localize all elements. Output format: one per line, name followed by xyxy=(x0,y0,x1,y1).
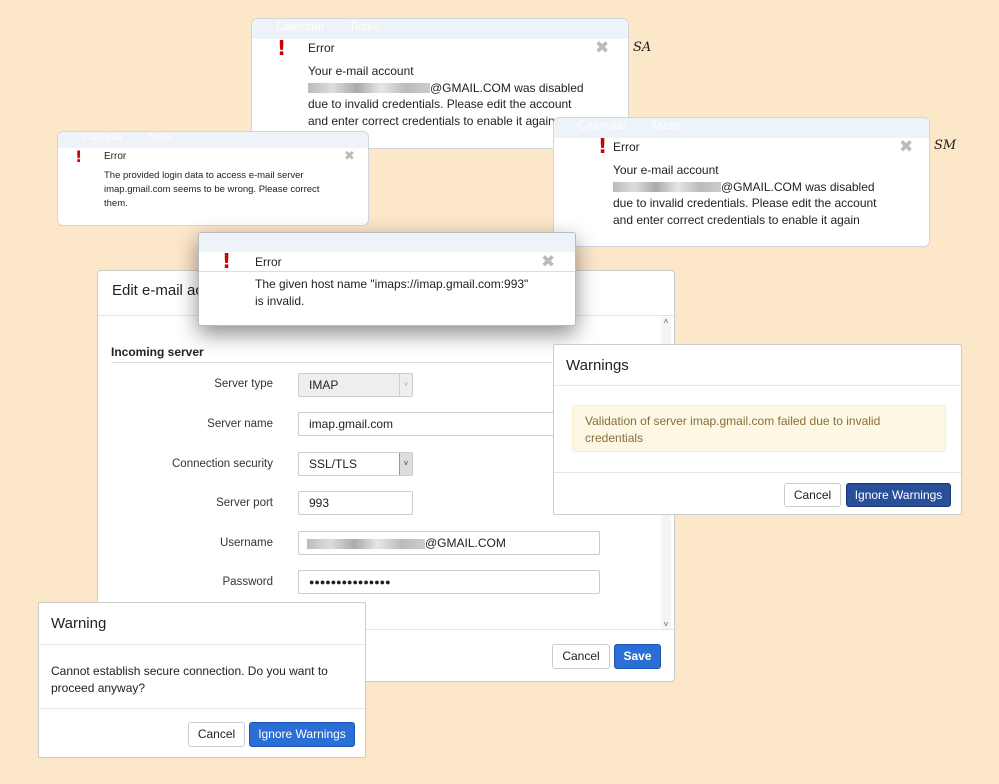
close-icon[interactable]: ✖ xyxy=(344,149,355,164)
msg-line: due to invalid credentials. Please edit … xyxy=(308,97,572,111)
divider xyxy=(39,644,365,645)
error-message: Your e-mail account @GMAIL.COM was disab… xyxy=(613,162,877,228)
server-type-label: Server type xyxy=(214,378,273,390)
nav-band: Calendar Tasks xyxy=(554,118,929,138)
msg-line: @GMAIL.COM was disabled xyxy=(308,80,584,97)
tab-tasks: Tasks xyxy=(348,19,380,33)
username-suffix: @GMAIL.COM xyxy=(425,536,506,550)
divider xyxy=(554,385,961,386)
cancel-button[interactable]: Cancel xyxy=(784,483,841,507)
email-suffix: @GMAIL.COM was disabled xyxy=(430,80,584,95)
tab-calendar: Calendar xyxy=(276,19,325,33)
error-notification-host: ! Error ✖ The given host name "imaps://i… xyxy=(198,232,576,326)
tag-sm: SM xyxy=(934,138,957,153)
cancel-button[interactable]: Cancel xyxy=(188,722,245,747)
close-icon[interactable]: ✖ xyxy=(595,38,609,58)
port-input[interactable]: 993 xyxy=(298,491,413,515)
nav-band: Calendar Tasks xyxy=(58,132,368,148)
server-name-label: Server name xyxy=(207,418,273,430)
msg-line: The provided login data to access e-mail… xyxy=(104,170,304,181)
error-message: Your e-mail account @GMAIL.COM was disab… xyxy=(308,63,584,129)
redacted-email xyxy=(308,83,430,94)
error-title: Error xyxy=(308,41,335,55)
msg-line: Your e-mail account xyxy=(613,163,719,177)
exclamation-icon: ! xyxy=(598,134,608,158)
nav-band xyxy=(199,233,575,252)
scroll-down-icon[interactable]: ˅ xyxy=(661,620,671,629)
select-value: IMAP xyxy=(309,378,339,392)
section-heading: Incoming server xyxy=(111,345,204,359)
redacted-email xyxy=(613,182,721,193)
tab-calendar: Calendar xyxy=(578,118,627,132)
nav-band: Calendar Tasks xyxy=(252,19,628,39)
error-message: The provided login data to access e-mail… xyxy=(104,169,364,211)
tab-calendar: Calendar xyxy=(82,132,123,143)
msg-line: and enter correct credentials to enable … xyxy=(308,113,555,128)
tab-tasks: Tasks xyxy=(650,118,682,132)
dialog-title: Warnings xyxy=(566,357,629,374)
warning-alert: Validation of server imap.gmail.com fail… xyxy=(572,405,946,452)
warning-dialog: Warning Cannot establish secure connecti… xyxy=(38,602,366,758)
error-title: Error xyxy=(104,151,127,162)
msg-line: @GMAIL.COM was disabled xyxy=(613,179,877,196)
divider xyxy=(199,271,575,272)
dialog-title: Warning xyxy=(51,615,107,632)
divider xyxy=(111,362,571,363)
port-label: Server port xyxy=(216,497,273,509)
chevron-down-icon: ˅ xyxy=(399,374,412,396)
msg-line: due to invalid credentials. Please edit … xyxy=(613,196,877,210)
exclamation-icon: ! xyxy=(277,36,287,60)
password-input[interactable]: ●●●●●●●●●●●●●●● xyxy=(298,570,600,594)
scroll-up-icon[interactable]: ˄ xyxy=(661,317,671,326)
msg-line: them. xyxy=(104,198,128,209)
exclamation-icon: ! xyxy=(222,249,232,273)
msg-line: is invalid. xyxy=(255,293,305,308)
ignore-warnings-button[interactable]: Ignore Warnings xyxy=(249,722,355,747)
cancel-button[interactable]: Cancel xyxy=(552,644,610,669)
msg-line: and enter correct credentials to enable … xyxy=(613,212,860,227)
error-title: Error xyxy=(255,255,282,269)
close-icon[interactable]: ✖ xyxy=(541,252,555,272)
select-value: SSL/TLS xyxy=(309,457,358,471)
warnings-dialog: Warnings Validation of server imap.gmail… xyxy=(553,344,962,515)
divider xyxy=(554,472,961,473)
warning-message: Cannot establish secure connection. Do y… xyxy=(51,664,328,695)
ignore-warnings-button[interactable]: Ignore Warnings xyxy=(846,483,951,507)
password-label: Password xyxy=(222,576,274,588)
username-input[interactable]: @GMAIL.COM xyxy=(298,531,600,555)
msg-line: Your e-mail account xyxy=(308,64,414,78)
email-suffix: @GMAIL.COM was disabled xyxy=(721,179,875,194)
msg-line: imap.gmail.com seems to be wrong. Please… xyxy=(104,184,320,195)
security-label: Connection security xyxy=(172,458,273,470)
security-select[interactable]: SSL/TLS ˅ xyxy=(298,452,413,476)
chevron-down-icon: ˅ xyxy=(399,453,412,475)
error-notification-sm: Calendar Tasks ! Error ✖ Your e-mail acco… xyxy=(553,117,930,247)
divider xyxy=(39,708,365,709)
error-title: Error xyxy=(613,140,640,154)
error-message: The given host name "imaps://imap.gmail.… xyxy=(255,276,528,309)
save-button[interactable]: Save xyxy=(614,644,661,669)
close-icon[interactable]: ✖ xyxy=(899,137,913,157)
exclamation-icon: ! xyxy=(75,147,83,166)
error-notification-login: Calendar Tasks ! Error ✖ The provided log… xyxy=(57,131,369,226)
tab-tasks: Tasks xyxy=(146,132,173,143)
tag-sa: SA xyxy=(633,40,652,55)
msg-line: The given host name "imaps://imap.gmail.… xyxy=(255,277,529,291)
alert-text: Validation of server imap.gmail.com fail… xyxy=(585,414,881,445)
server-type-select[interactable]: IMAP ˅ xyxy=(298,373,413,397)
redacted-username xyxy=(307,538,425,549)
username-label: Username xyxy=(219,537,273,549)
